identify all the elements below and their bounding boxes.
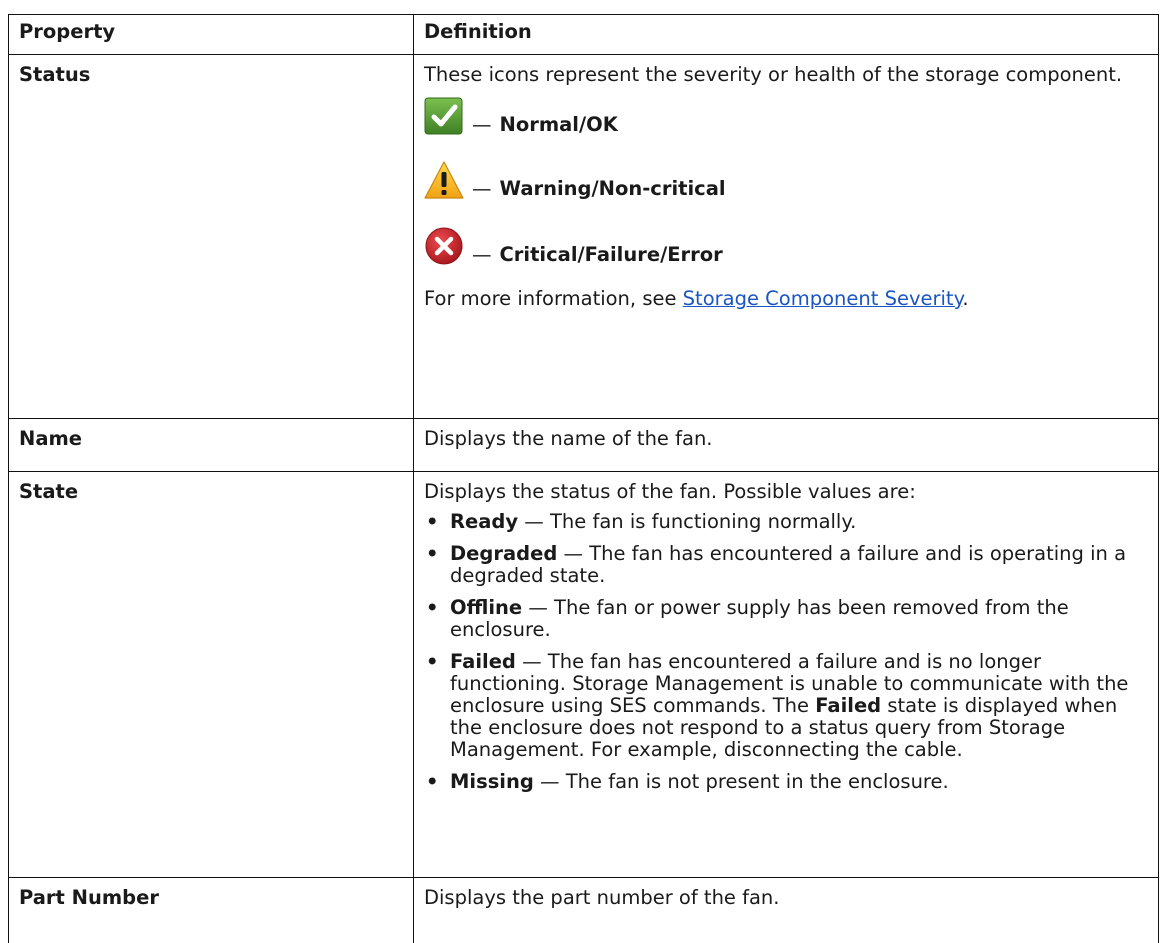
severity-normal-label: Normal/OK	[500, 114, 618, 136]
list-item-failed: Failed — The fan has encountered a failu…	[424, 651, 1148, 761]
check-icon	[424, 96, 464, 136]
property-definition-table: Property Definition Status These icons r…	[8, 14, 1159, 943]
severity-normal: — Normal/OK	[424, 96, 1148, 136]
status-intro: These icons represent the severity or he…	[424, 64, 1148, 86]
storage-component-severity-link[interactable]: Storage Component Severity	[683, 287, 963, 310]
header-definition: Definition	[414, 15, 1159, 55]
definition-name: Displays the name of the fan.	[414, 419, 1159, 472]
state-text: The fan is functioning normally.	[550, 510, 856, 533]
severity-critical-label: Critical/Failure/Error	[500, 244, 723, 266]
table-header-row: Property Definition	[9, 15, 1159, 55]
table-row-part-number: Part Number Displays the part number of …	[9, 878, 1159, 943]
table-row-status: Status These icons represent the severit…	[9, 55, 1159, 419]
more-info-prefix: For more information, see	[424, 287, 683, 310]
error-icon	[424, 226, 464, 266]
state-term: Degraded	[450, 542, 557, 565]
severity-normal-dash: —	[472, 114, 492, 136]
list-item-missing: Missing — The fan is not present in the …	[424, 771, 1148, 793]
property-part-number: Part Number	[9, 878, 414, 943]
table-row-state: State Displays the status of the fan. Po…	[9, 472, 1159, 878]
more-info-suffix: .	[962, 287, 968, 310]
state-values-list: Ready — The fan is functioning normally.…	[424, 511, 1148, 793]
property-name: Name	[9, 419, 414, 472]
severity-warning-label: Warning/Non-critical	[500, 178, 726, 200]
state-dash: —	[534, 770, 566, 793]
property-status: Status	[9, 55, 414, 419]
more-info-text: For more information, see Storage Compon…	[424, 288, 1148, 310]
severity-warning-dash: —	[472, 178, 492, 200]
property-state: State	[9, 472, 414, 878]
state-term-inline: Failed	[815, 694, 881, 717]
state-term: Missing	[450, 770, 534, 793]
state-term: Offline	[450, 596, 522, 619]
state-dash: —	[518, 510, 550, 533]
definition-part-number: Displays the part number of the fan.	[414, 878, 1159, 943]
state-term: Failed	[450, 650, 516, 673]
severity-warning: — Warning/Non-critical	[424, 160, 1148, 200]
state-intro: Displays the status of the fan. Possible…	[424, 481, 1148, 503]
list-item-ready: Ready — The fan is functioning normally.	[424, 511, 1148, 533]
state-text: The fan is not present in the enclosure.	[566, 770, 949, 793]
severity-critical-dash: —	[472, 244, 492, 266]
list-item-degraded: Degraded — The fan has encountered a fai…	[424, 543, 1148, 587]
definition-state: Displays the status of the fan. Possible…	[414, 472, 1159, 878]
list-item-offline: Offline — The fan or power supply has be…	[424, 597, 1148, 641]
severity-critical: — Critical/Failure/Error	[424, 226, 1148, 266]
table-row-name: Name Displays the name of the fan.	[9, 419, 1159, 472]
state-dash: —	[516, 650, 548, 673]
state-term: Ready	[450, 510, 518, 533]
warning-icon	[424, 160, 464, 200]
definition-status: These icons represent the severity or he…	[414, 55, 1159, 419]
state-dash: —	[522, 596, 554, 619]
state-dash: —	[557, 542, 589, 565]
header-property: Property	[9, 15, 414, 55]
